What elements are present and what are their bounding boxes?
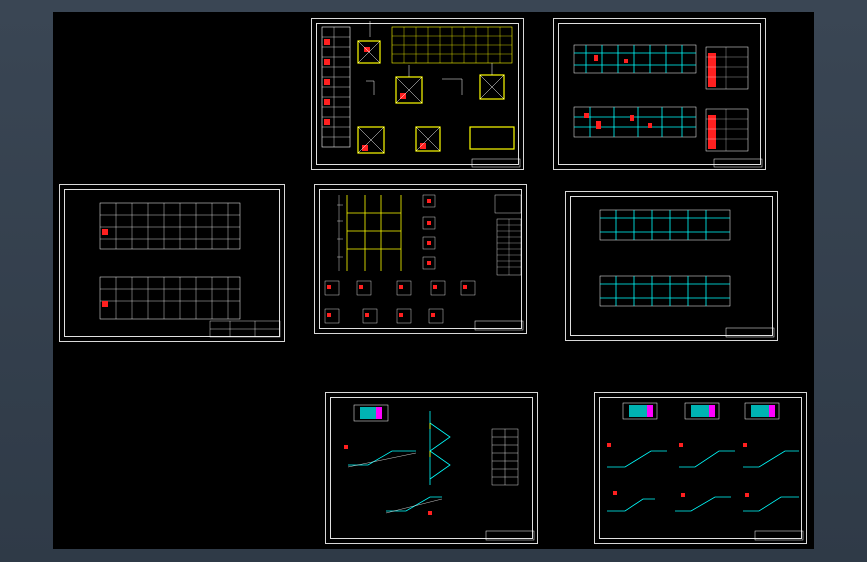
column-detail-sheet[interactable] (314, 184, 527, 334)
stair-detail-drawing-b (607, 402, 804, 541)
stair-detail-sheet-a[interactable] (325, 392, 538, 544)
beam-layout-sheet[interactable] (565, 191, 778, 341)
frame-plan-drawing (99, 202, 281, 338)
drawing-canvas[interactable] (53, 12, 814, 549)
foundation-drawing (321, 21, 521, 168)
stair-detail-sheet-b[interactable] (594, 392, 807, 544)
foundation-plan-sheet[interactable] (311, 18, 524, 170)
column-detail-drawing (324, 194, 524, 331)
cad-application-frame (0, 0, 867, 562)
floor-plan-reinforcement-sheet[interactable] (553, 18, 766, 170)
beam-layout-drawing (599, 209, 775, 338)
floor-plan-drawing (573, 44, 763, 168)
frame-plan-sheet[interactable] (59, 184, 285, 342)
stair-detail-drawing-a (344, 404, 535, 541)
